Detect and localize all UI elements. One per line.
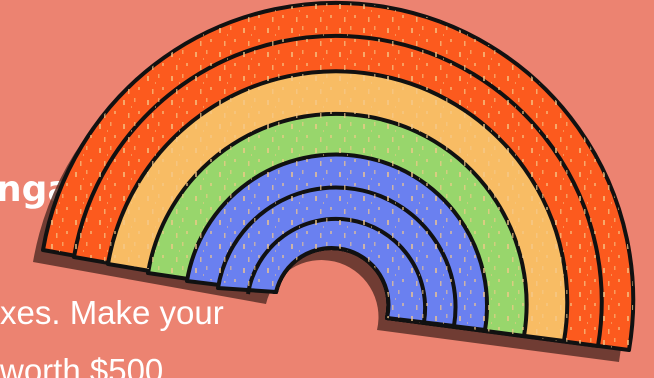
rainbow-illustration-icon bbox=[33, 0, 636, 362]
rainbow-texture bbox=[43, 2, 634, 351]
promo-banner: nga xes. Make your worth $500 bbox=[0, 0, 654, 378]
